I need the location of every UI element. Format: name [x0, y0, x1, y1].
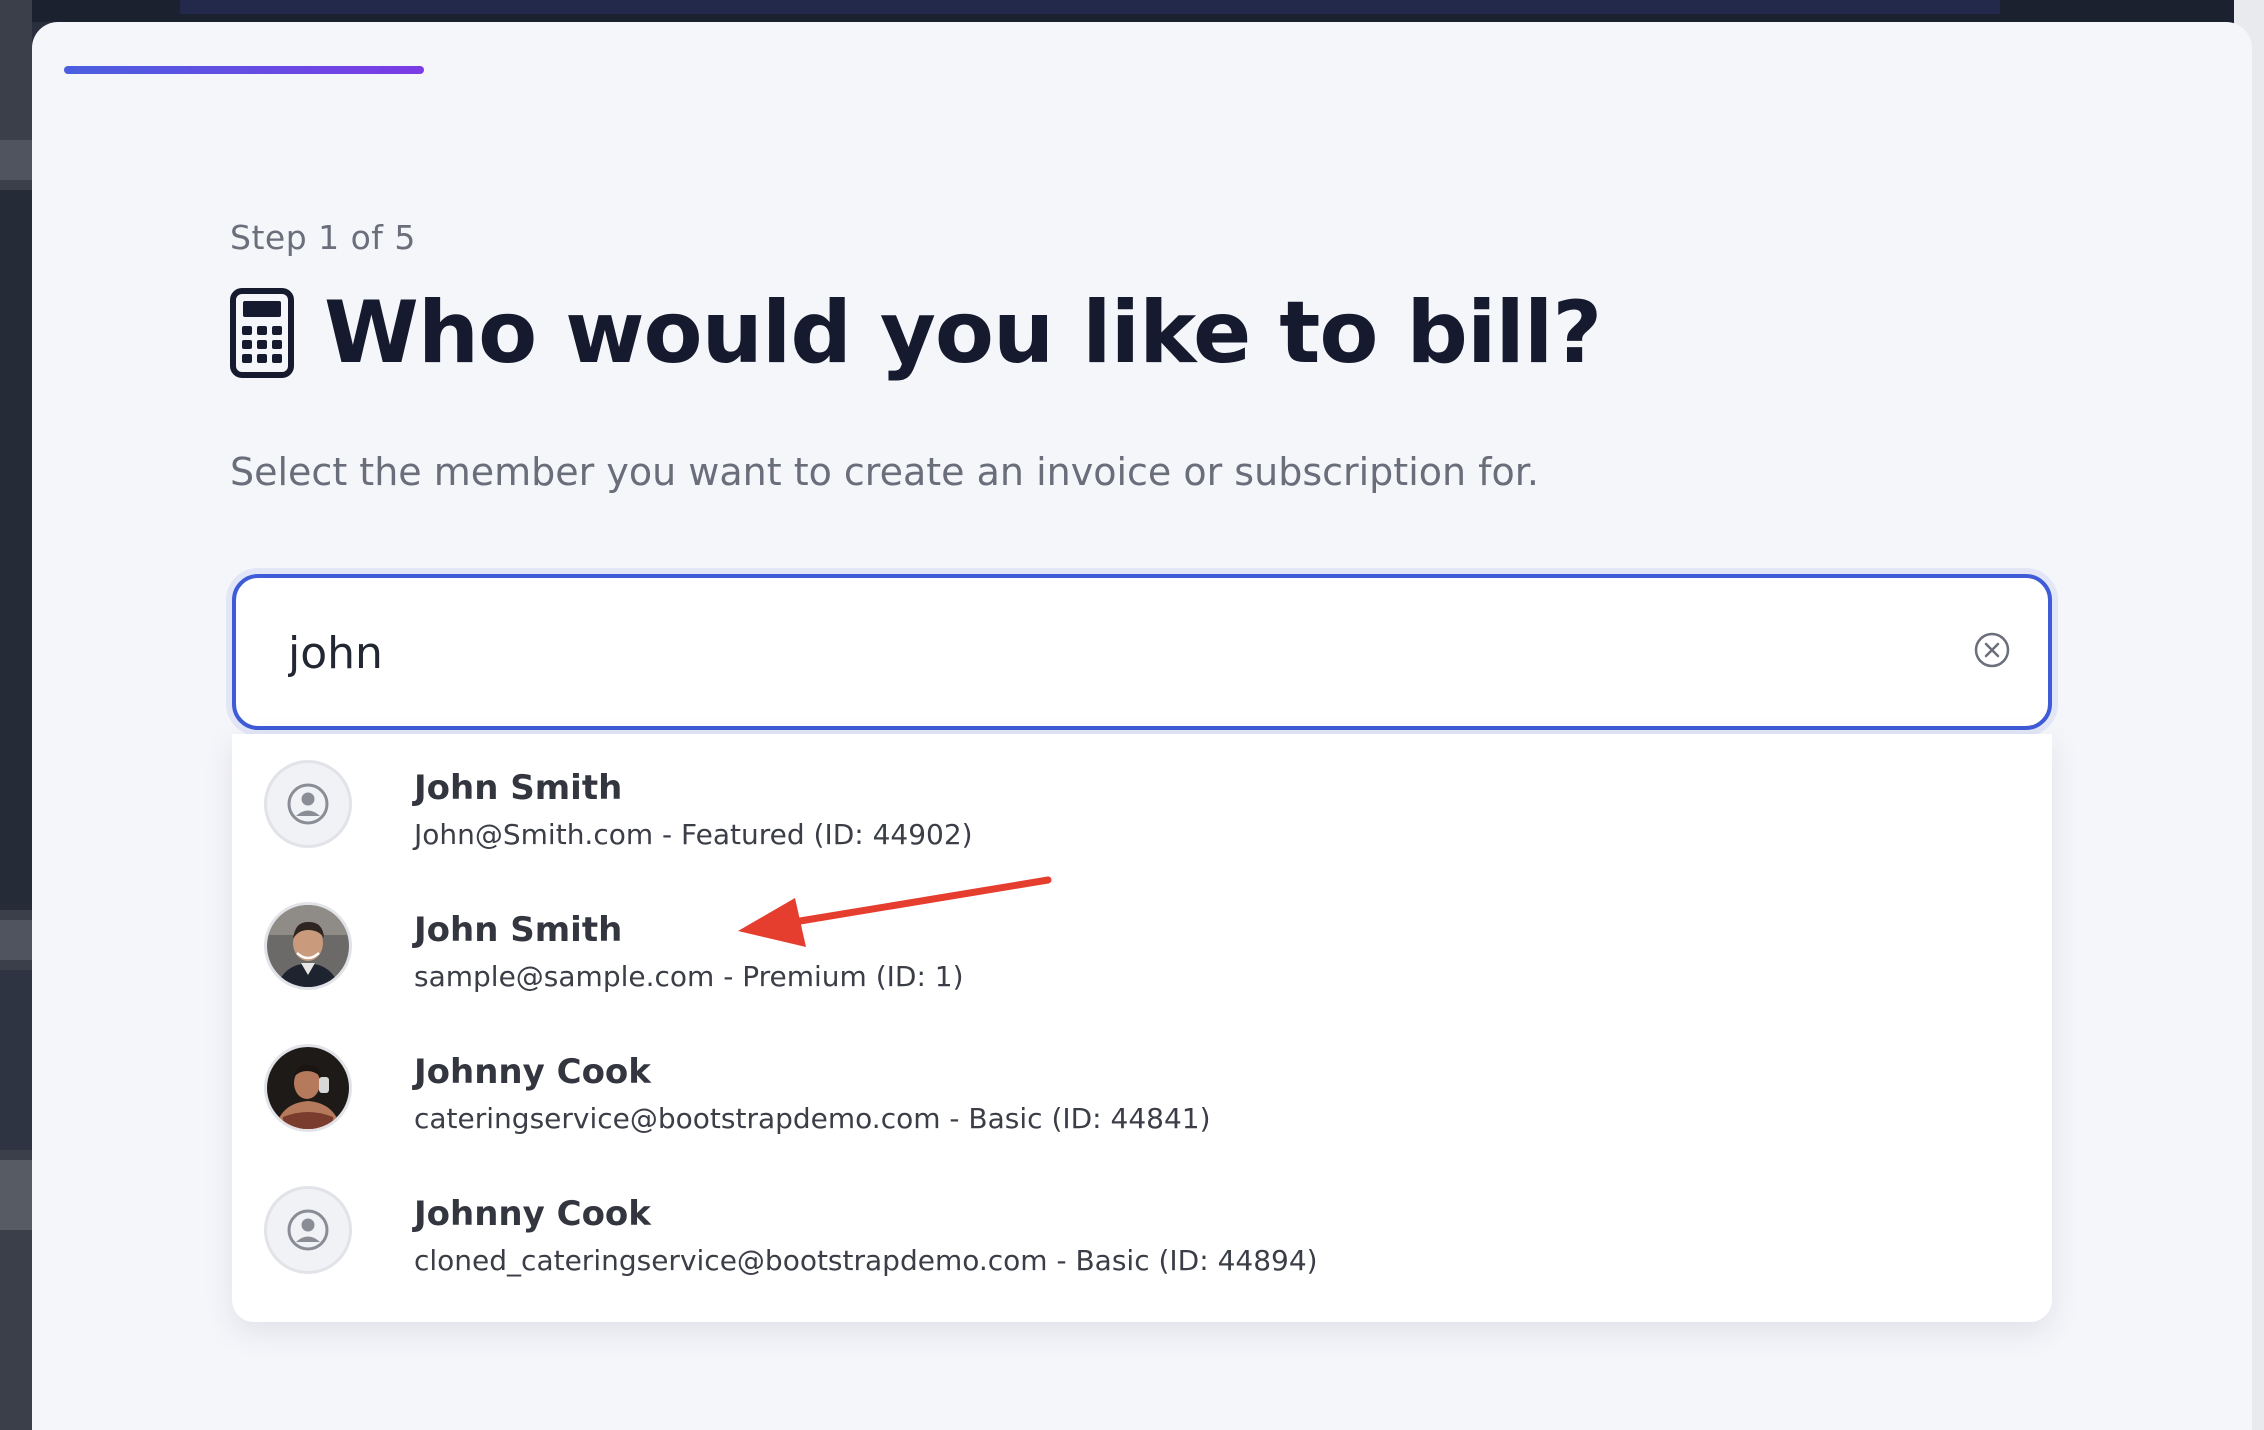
- result-detail: cloned_cateringservice@bootstrapdemo.com…: [414, 1244, 1318, 1277]
- step-label: Step 1 of 5: [230, 218, 416, 257]
- calculator-icon: [230, 288, 294, 378]
- user-placeholder-icon: [264, 1186, 352, 1274]
- title-row: Who would you like to bill?: [230, 283, 1602, 383]
- member-search-box: [232, 574, 2052, 730]
- clear-circle-icon[interactable]: [1972, 630, 2012, 670]
- result-name: Johnny Cook: [414, 1052, 651, 1092]
- user-placeholder-icon: [264, 760, 352, 848]
- result-name: John Smith: [414, 910, 623, 950]
- result-detail: John@Smith.com - Featured (ID: 44902): [414, 818, 973, 851]
- background-page-top: [0, 0, 2264, 22]
- search-result-item[interactable]: John Smith John@Smith.com - Featured (ID…: [232, 734, 2052, 876]
- result-name: Johnny Cook: [414, 1194, 651, 1234]
- result-detail: cateringservice@bootstrapdemo.com - Basi…: [414, 1102, 1211, 1135]
- profile-photo: [264, 1044, 352, 1132]
- search-result-item[interactable]: Johnny Cook cateringservice@bootstrapdem…: [232, 1018, 2052, 1160]
- billing-wizard-modal: Step 1 of 5 Who would you like to bill? …: [32, 22, 2252, 1430]
- background-page-left: [0, 0, 32, 1430]
- search-result-item[interactable]: John Smith sample@sample.com - Premium (…: [232, 876, 2052, 1018]
- search-result-item[interactable]: Johnny Cook cloned_cateringservice@boots…: [232, 1160, 2052, 1302]
- page-subtitle: Select the member you want to create an …: [230, 450, 1540, 494]
- profile-photo: [264, 902, 352, 990]
- result-detail: sample@sample.com - Premium (ID: 1): [414, 960, 964, 993]
- page-title: Who would you like to bill?: [324, 283, 1602, 383]
- member-search-input[interactable]: [286, 578, 1890, 728]
- wizard-progress-bar: [64, 66, 424, 74]
- search-results-dropdown: John Smith John@Smith.com - Featured (ID…: [232, 734, 2052, 1322]
- result-name: John Smith: [414, 768, 623, 808]
